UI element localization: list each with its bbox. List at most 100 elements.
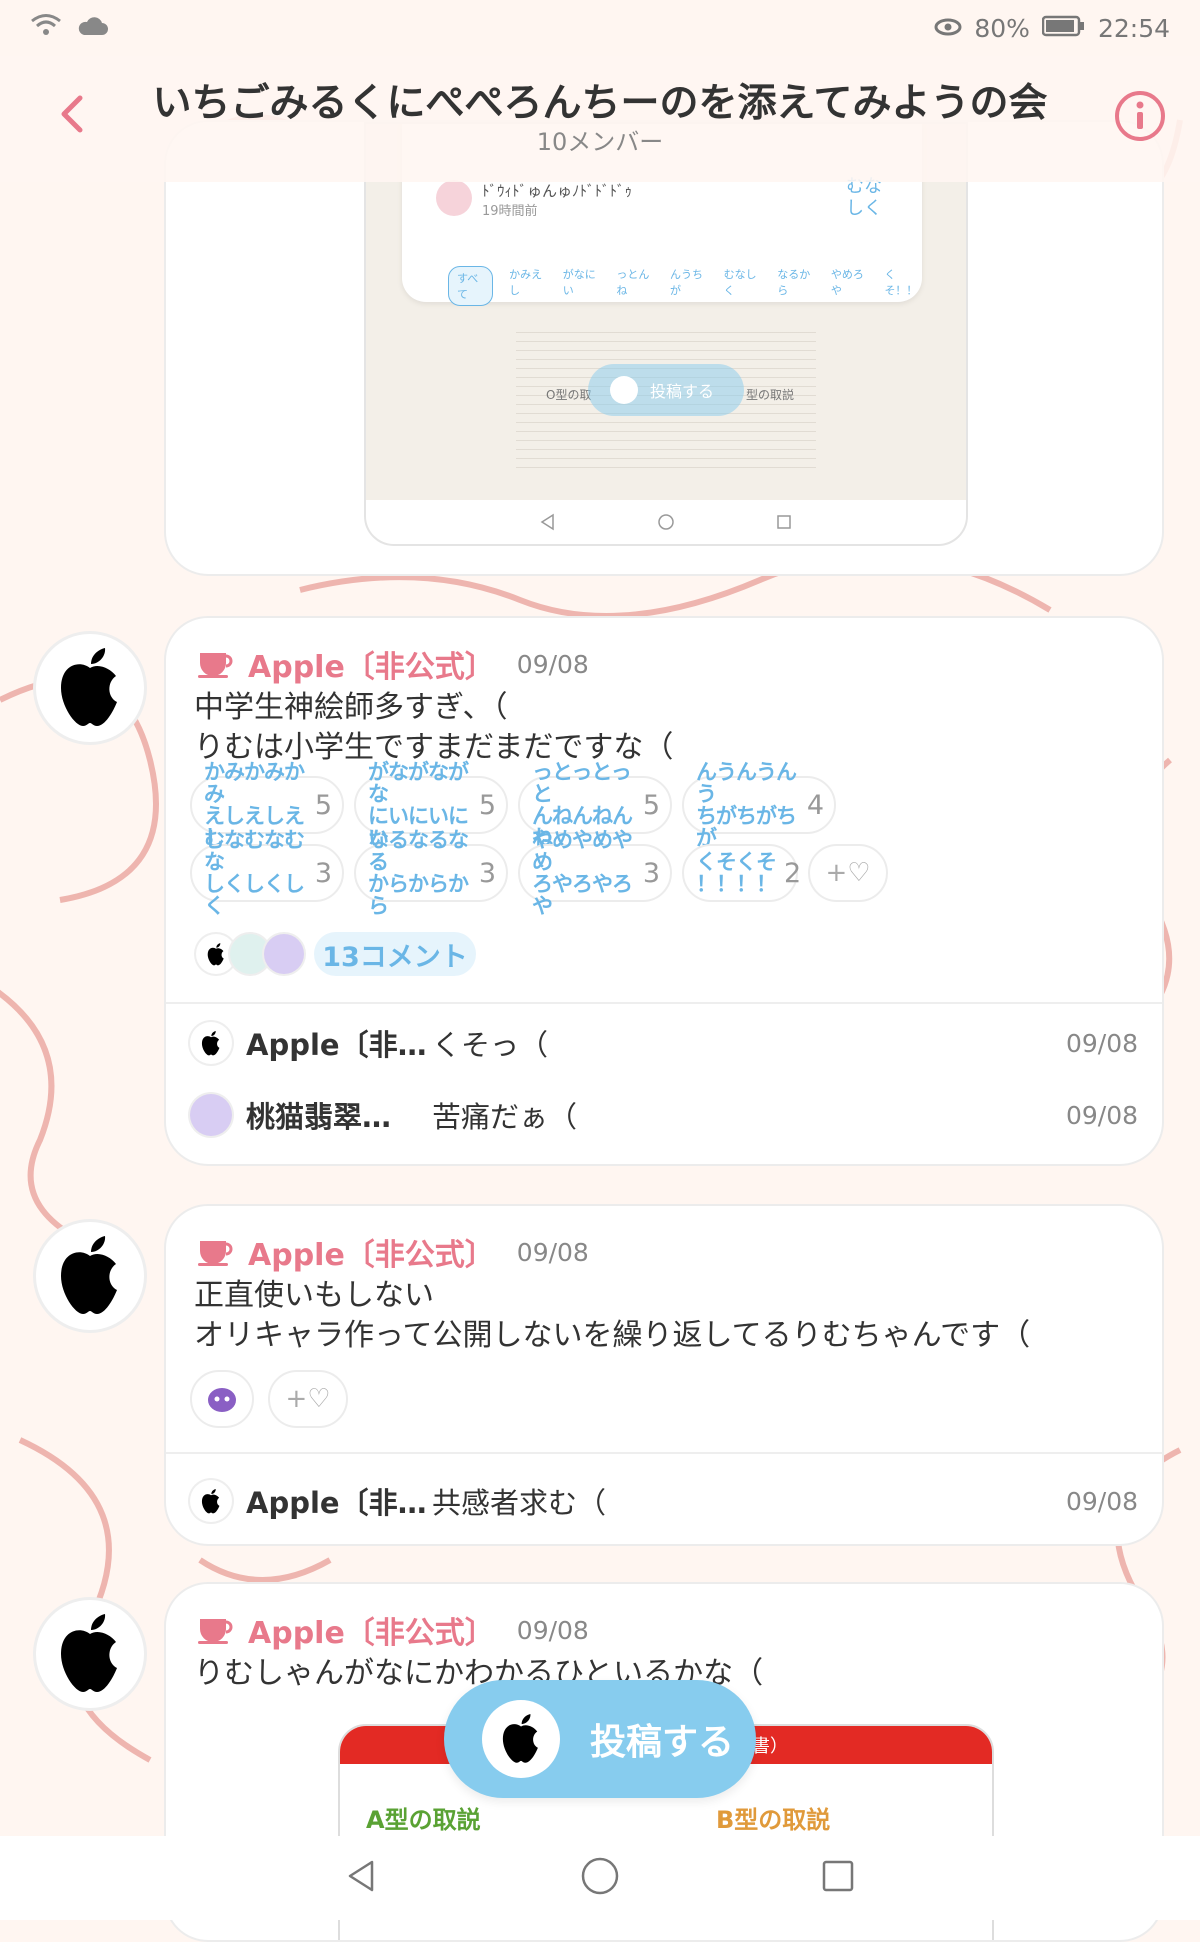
teacup-icon — [198, 1241, 233, 1266]
comment-date: 09/08 — [1065, 1100, 1138, 1130]
embedded-doc-label-right: 型の取説 — [746, 388, 795, 402]
reaction-chip[interactable]: なるなるなる からからから 3 — [354, 829, 508, 917]
home-circle-icon — [581, 1857, 619, 1895]
info-button[interactable] — [1114, 90, 1166, 142]
embedded-chip: やめろや — [830, 268, 864, 297]
status-bar: 80% 22:54 — [0, 0, 1200, 56]
post-card-image[interactable]: ﾄﾞｳｨﾄﾞゅんゅﾉﾄﾞﾄﾞﾄﾞｩ 19時間前 むな しく すべて かみえし がな… — [164, 120, 1164, 576]
comment-author: Apple〔非… — [246, 1486, 427, 1520]
embedded-chip: なるから — [777, 268, 811, 297]
embedded-chip: くそ！！ — [884, 268, 918, 297]
apple-logo-icon — [207, 942, 224, 965]
reaction-count: 3 — [642, 857, 660, 889]
reaction-chip[interactable]: かみかみかみ えしえしえし 5 — [190, 761, 344, 849]
apple-logo-icon — [61, 1236, 117, 1314]
post-card[interactable]: Apple〔非公式〕 09/08 正直使いもしない オリキャラ作って公開しないを… — [164, 1204, 1164, 1546]
post-text: 中学生神絵師多すぎ、（ りむは小学生ですまだまだですな（ — [194, 690, 674, 765]
embedded-chip-row: すべて かみえし がなにい っとんね んうちが むなしく なるから やめろや く… — [448, 266, 922, 306]
attached-label-a: A型の取説 — [366, 1806, 481, 1834]
battery-percent: 80% — [974, 13, 1030, 43]
comment-row[interactable]: Apple〔非… 共感者求む（ 09/08 — [190, 1474, 1138, 1528]
embedded-time: 19時間前 — [482, 204, 538, 219]
comment-author: 桃猫翡翠… — [246, 1100, 392, 1134]
sticker-icon — [208, 1388, 236, 1412]
embedded-chip: すべて — [448, 266, 494, 306]
reaction-count: 2 — [784, 857, 802, 889]
embedded-chip: むなしく — [723, 268, 757, 297]
embedded-doc-label-left: O型の取 — [546, 388, 592, 402]
battery-icon — [1041, 14, 1086, 43]
attached-label-b: B型の取説 — [716, 1806, 831, 1834]
comment-row[interactable]: Apple〔非… くそっ（ 09/08 — [190, 1016, 1138, 1070]
teacup-icon — [198, 1619, 233, 1644]
reaction-chip[interactable] — [190, 1370, 254, 1428]
embedded-avatar-small — [610, 376, 638, 404]
nav-home-icon — [658, 514, 674, 530]
nav-back-icon — [540, 513, 554, 531]
nav-back-button[interactable] — [344, 1858, 380, 1898]
member-count[interactable]: 10メンバー — [0, 122, 1200, 157]
fab-avatar — [482, 1700, 560, 1778]
post-author[interactable]: Apple〔非公式〕 — [248, 1230, 495, 1274]
reaction-chip[interactable]: がながながな にいにいにい 5 — [354, 761, 508, 849]
reaction-count: 5 — [314, 789, 332, 821]
embedded-navbar — [366, 500, 966, 544]
nav-recents-button[interactable] — [820, 1858, 856, 1898]
embedded-avatar — [436, 180, 472, 216]
group-title: いちごみるくにぺぺろんちーのを添えてみようの会 — [152, 81, 1048, 126]
avatar[interactable] — [36, 634, 144, 742]
embedded-chip: んうちが — [670, 268, 703, 297]
divider — [166, 1452, 1162, 1454]
comment-text: 苦痛だぁ（ — [432, 1100, 578, 1134]
eye-icon — [934, 14, 962, 43]
post-author[interactable]: Apple〔非公式〕 — [248, 1608, 495, 1652]
post-header: Apple〔非公式〕 09/08 — [196, 1608, 589, 1652]
apple-logo-icon — [61, 1614, 117, 1692]
comment-date: 09/08 — [1065, 1486, 1138, 1516]
post-button[interactable]: 投稿する — [444, 1680, 756, 1798]
post-author[interactable]: Apple〔非公式〕 — [248, 642, 495, 686]
post-button-label: 投稿する — [590, 1722, 735, 1763]
clock: 22:54 — [1097, 13, 1170, 43]
comment-row[interactable]: 桃猫翡翠… 苦痛だぁ（ 09/08 — [190, 1088, 1138, 1142]
reaction-chip[interactable]: んうんうんう ちがちがちが 4 — [682, 761, 836, 849]
embedded-username: ﾄﾞｳｨﾄﾞゅんゅﾉﾄﾞﾄﾞﾄﾞｩ — [482, 182, 633, 200]
comment-text: くそっ（ — [432, 1028, 549, 1062]
commenter-avatar — [264, 934, 304, 974]
post-text: 正直使いもしない オリキャラ作って公開しないを繰り返してるりむちゃんです（ — [194, 1278, 1031, 1353]
commenter-avatars — [196, 934, 304, 974]
divider — [166, 1002, 1162, 1004]
post-header: Apple〔非公式〕 09/08 — [196, 642, 589, 686]
apple-logo-icon — [61, 648, 117, 726]
apple-logo-icon — [502, 1714, 538, 1763]
commenter-avatar — [190, 1094, 232, 1136]
post-date: 09/08 — [516, 649, 589, 679]
commenter-avatar — [190, 1022, 232, 1064]
apple-logo-icon — [201, 1030, 220, 1055]
reaction-count: 3 — [478, 857, 496, 889]
avatar[interactable] — [36, 1600, 144, 1708]
reaction-count: 4 — [806, 789, 824, 821]
comment-author: Apple〔非… — [246, 1028, 427, 1062]
attached-screenshot[interactable]: ﾄﾞｳｨﾄﾞゅんゅﾉﾄﾞﾄﾞﾄﾞｩ 19時間前 むな しく すべて かみえし がな… — [364, 122, 968, 546]
reaction-count: 5 — [642, 789, 660, 821]
wifi-icon — [30, 12, 62, 44]
nav-recents-icon — [777, 515, 791, 529]
system-nav-bar — [0, 1836, 1200, 1920]
post-card[interactable]: Apple〔非公式〕 09/08 中学生神絵師多すぎ、（ りむは小学生ですまだま… — [164, 616, 1164, 1166]
reaction-chip[interactable]: っとっとっと んねんねんね 5 — [518, 761, 672, 849]
post-header: Apple〔非公式〕 09/08 — [196, 1230, 589, 1274]
avatar[interactable] — [36, 1222, 144, 1330]
nav-home-button[interactable] — [580, 1856, 620, 1900]
add-reaction-button[interactable]: +♡ — [268, 1370, 348, 1428]
reaction-count: 3 — [314, 857, 332, 889]
comment-count-badge[interactable]: 13コメント — [314, 932, 476, 976]
embedded-corner-label: むな しく — [846, 176, 882, 219]
back-triangle-icon — [348, 1860, 374, 1892]
apple-logo-icon — [201, 1488, 220, 1513]
reaction-chip[interactable]: むなむなむな しくしくしく 3 — [190, 829, 344, 917]
add-reaction-button[interactable]: +♡ — [808, 844, 888, 902]
commenter-avatar — [190, 1480, 232, 1522]
reaction-chip[interactable]: くそくそ！！！！ 2 — [682, 844, 802, 902]
reaction-chip[interactable]: やめやめやめ ろやろやろや 3 — [518, 829, 672, 917]
